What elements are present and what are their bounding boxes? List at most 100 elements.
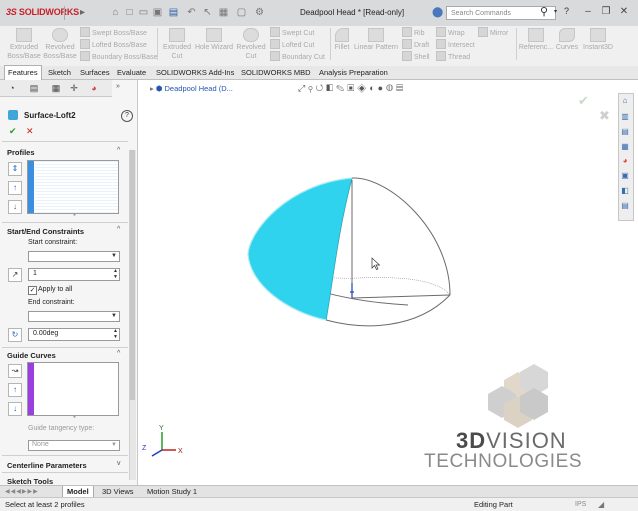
select-icon[interactable]: ↖	[202, 7, 213, 18]
extruded-cut-button[interactable]: Extruded Cut	[160, 28, 194, 61]
tab-scroll-icons[interactable]: ◀◀◀▶▶▶	[5, 488, 39, 495]
zoom-area-icon[interactable]: ⚲	[308, 83, 315, 93]
linear-pattern-button[interactable]: Linear Pattern	[353, 28, 399, 52]
dynamic-annotation-icon[interactable]: ✎	[336, 83, 347, 93]
profiles-section-header[interactable]: Profiles	[7, 148, 35, 157]
guide-curve-influence-icon[interactable]: ↝	[8, 364, 22, 378]
profiles-selection-box[interactable]	[27, 160, 119, 214]
search-icon[interactable]: ⚲	[540, 5, 548, 18]
move-down-icon[interactable]: ↓	[8, 402, 22, 416]
minimize-button[interactable]: –	[580, 5, 596, 19]
custom-properties-icon[interactable]: ▣	[620, 171, 630, 181]
help-icon[interactable]: ?	[564, 6, 569, 16]
solidworks-logo[interactable]: 3S SOLIDWORKS	[6, 7, 79, 17]
solidworks-forum-icon[interactable]: ◧	[620, 186, 630, 196]
home-icon[interactable]: ⌂	[110, 7, 121, 18]
end-constraint-select[interactable]: ▼	[28, 311, 120, 322]
view-settings-icon[interactable]: ▤	[396, 83, 406, 93]
scene-icon[interactable]: ◍	[386, 83, 396, 93]
draft-button[interactable]: Draft	[402, 39, 429, 50]
guide-tangency-select[interactable]: None ▼	[28, 440, 120, 451]
start-tangent-length-input[interactable]: 1 ▲ ▼	[28, 268, 120, 281]
edit-appearance-icon[interactable]: ●	[378, 83, 386, 93]
spinner-icon[interactable]: ▲ ▼	[113, 328, 118, 340]
file-properties-icon[interactable]: ▢	[236, 7, 247, 18]
hole-wizard-button[interactable]: Hole Wizard	[194, 28, 234, 52]
spinner-icon[interactable]: ▲ ▼	[113, 268, 118, 280]
shell-button[interactable]: Shell	[402, 51, 430, 62]
dimxpert-icon[interactable]: ✛	[68, 82, 80, 94]
open-icon[interactable]: ▭	[138, 7, 149, 18]
confirm-corner-cancel-icon[interactable]: ✖	[599, 108, 610, 124]
scrollbar-thumb[interactable]	[130, 150, 135, 400]
boundary-boss-button[interactable]: Boundary Boss/Base	[80, 51, 157, 62]
direction-vector-icon[interactable]: ↗	[8, 268, 22, 282]
tab-evaluate[interactable]: Evaluate	[114, 66, 149, 79]
expand-icon[interactable]: v	[117, 460, 121, 467]
appearances-icon[interactable]: ◕	[620, 156, 630, 166]
resize-grip-icon[interactable]: ●	[73, 414, 76, 420]
fillet-button[interactable]: Fillet	[332, 28, 352, 52]
tab-motion-study-1[interactable]: Motion Study 1	[143, 486, 201, 497]
boundary-cut-button[interactable]: Boundary Cut	[270, 51, 325, 62]
save-icon[interactable]: ▣	[152, 7, 163, 18]
view-orientation-icon[interactable]: ▣	[347, 83, 357, 93]
guide-curves-header[interactable]: Guide Curves	[7, 351, 56, 360]
guide-curves-selection-box[interactable]	[27, 362, 119, 416]
design-library-icon[interactable]: ▥	[620, 112, 630, 122]
ok-button[interactable]: ✔	[9, 126, 17, 137]
rib-button[interactable]: Rib	[402, 27, 425, 38]
confirm-corner-ok-icon[interactable]: ✔	[578, 93, 589, 109]
previous-view-icon[interactable]: ↺	[316, 83, 327, 93]
expand-menu-icon[interactable]: ▸	[80, 7, 85, 18]
view-palette-icon[interactable]: ▦	[620, 142, 630, 152]
curves-button[interactable]: Curves	[554, 28, 580, 52]
new-document-icon[interactable]: □	[124, 7, 135, 18]
extruded-boss-button[interactable]: Extruded Boss/Base	[6, 28, 42, 61]
revolved-boss-button[interactable]: Revolved Boss/Base	[42, 28, 78, 61]
rebuild-icon[interactable]: ▦	[218, 7, 229, 18]
graphics-area[interactable]: Y X Z ▸ ⬢ Deadpool Head (D... ⤢⚲↺◧✎▣◈◐●◍…	[138, 80, 620, 485]
print-icon[interactable]: ▤	[168, 7, 179, 18]
swept-cut-button[interactable]: Swept Cut	[270, 27, 314, 38]
display-style-icon[interactable]: ◈	[357, 83, 369, 93]
start-end-constraints-header[interactable]: Start/End Constraints	[7, 227, 84, 236]
task-pane-more-icon[interactable]: ▤	[620, 201, 630, 211]
zoom-to-fit-icon[interactable]: ⤢	[298, 83, 308, 93]
restore-button[interactable]: ❐	[598, 5, 614, 19]
tab-features[interactable]: Features	[4, 65, 42, 80]
draft-angle-icon[interactable]: ↻	[8, 328, 22, 342]
feature-tree-flyout[interactable]: ▸ ⬢ Deadpool Head (D...	[150, 84, 233, 93]
mirror-button[interactable]: Mirror	[478, 27, 508, 38]
centerline-parameters-header[interactable]: Centerline Parameters	[7, 461, 87, 470]
end-draft-angle-input[interactable]: 0.00deg ▲ ▼	[28, 328, 120, 341]
cancel-button[interactable]: ✕	[26, 126, 34, 137]
collapse-icon[interactable]: ^	[117, 350, 120, 357]
section-view-icon[interactable]: ◧	[326, 83, 336, 93]
status-settings-icon[interactable]: ◢	[598, 500, 604, 509]
reference-geometry-button[interactable]: Referenc...	[518, 28, 554, 52]
display-manager-icon[interactable]: ◕	[88, 82, 100, 94]
lofted-cut-button[interactable]: Lofted Cut	[270, 39, 314, 50]
revolved-cut-button[interactable]: Revolved Cut	[234, 28, 268, 61]
tab-surfaces[interactable]: Surfaces	[77, 66, 113, 79]
intersect-button[interactable]: Intersect	[436, 39, 475, 50]
collapse-icon[interactable]: ^	[117, 226, 120, 233]
start-constraint-select[interactable]: ▼	[28, 251, 120, 262]
undo-icon[interactable]: ↶	[186, 7, 197, 18]
collapse-icon[interactable]: ^	[117, 147, 120, 154]
swept-boss-button[interactable]: Swept Boss/Base	[80, 27, 147, 38]
tab-3d-views[interactable]: 3D Views	[98, 486, 138, 497]
options-gear-icon[interactable]: ⚙	[254, 7, 265, 18]
help-icon[interactable]: ?	[121, 110, 133, 122]
loft-surface[interactable]	[247, 177, 353, 321]
tab-solidworks-add-ins[interactable]: SOLIDWORKS Add-Ins	[153, 66, 237, 79]
property-manager-icon[interactable]: ▤	[28, 82, 40, 94]
configuration-manager-icon[interactable]: ▦	[50, 82, 62, 94]
reorder-profiles-icon[interactable]: ⇕	[8, 162, 22, 176]
feature-tree-icon[interactable]: ◔	[6, 82, 18, 94]
heads-up-view-toolbar[interactable]: ⤢⚲↺◧✎▣◈◐●◍▤	[298, 83, 406, 94]
hide-show-icon[interactable]: ◐	[369, 83, 377, 93]
solidworks-resources-icon[interactable]: ⌂	[620, 96, 630, 106]
move-down-icon[interactable]: ↓	[8, 200, 22, 214]
